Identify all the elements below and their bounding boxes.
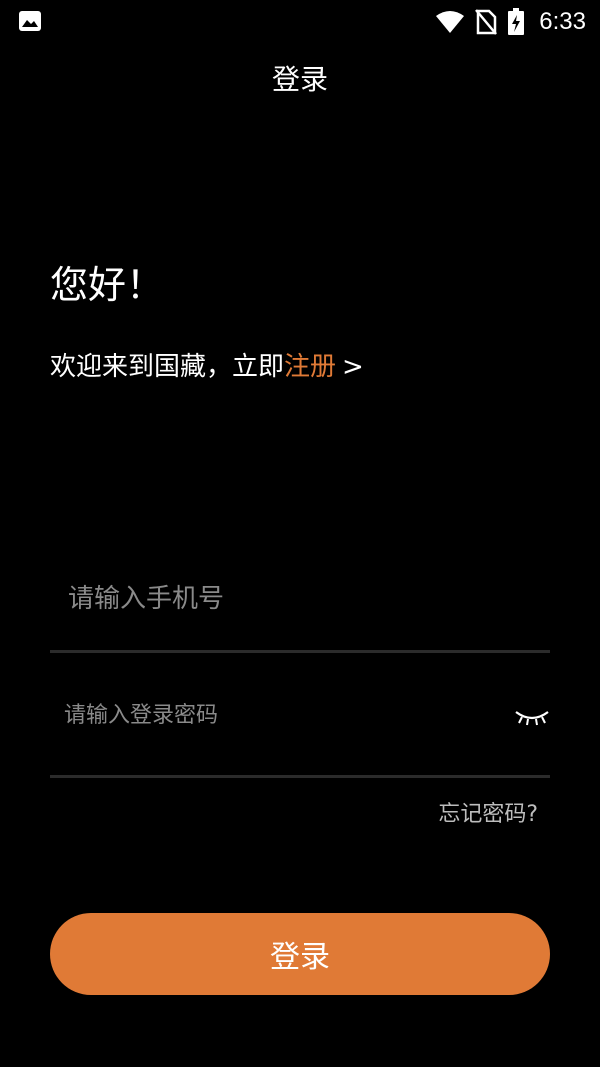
phone-field xyxy=(50,560,550,653)
password-field xyxy=(50,680,550,778)
phone-input[interactable] xyxy=(66,578,540,620)
no-sim-icon xyxy=(475,9,498,35)
forgot-password-link[interactable]: 忘记密码? xyxy=(438,796,538,828)
status-time: 6:33 xyxy=(539,8,586,35)
battery-charging-icon xyxy=(508,8,525,35)
password-input[interactable] xyxy=(62,696,496,734)
eye-closed-icon[interactable] xyxy=(514,706,550,728)
login-button[interactable]: 登录 xyxy=(50,913,550,995)
greeting-heading: 您好！ xyxy=(50,263,165,307)
welcome-text: 欢迎来到国藏，立即 xyxy=(50,352,285,382)
status-icons: 6:33 xyxy=(435,4,586,40)
status-bar: 6:33 xyxy=(0,0,600,44)
register-link[interactable]: 注册 xyxy=(284,352,336,382)
chevron-right-icon[interactable]: > xyxy=(342,352,364,382)
image-icon xyxy=(19,11,41,31)
page-title: 登录 xyxy=(271,63,328,96)
wifi-icon xyxy=(436,11,465,33)
welcome-text-row: 欢迎来到国藏，立即注册 > xyxy=(50,346,364,383)
